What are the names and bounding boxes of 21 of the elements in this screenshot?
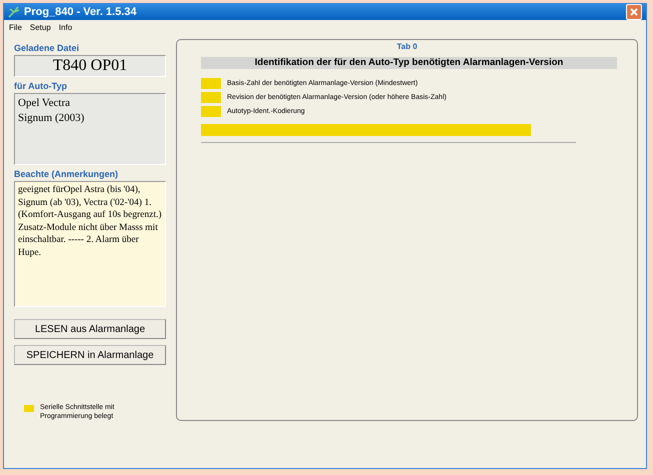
value-field [201, 92, 221, 103]
close-button[interactable] [626, 4, 642, 20]
action-button[interactable]: SPEICHERN in Alarmanlage [14, 345, 166, 365]
leaf-icon [8, 6, 20, 18]
notes-text: geeignet fürOpel Astra (bis '04), Signum (ab '03), Vectra ('02-'04) 1. (Komfort-Ausgang auf 10s begrenzt.) Zusatz-Module nicht über Masss mit einschaltbar. ----- 2. Alarm über Hupe. [18, 185, 162, 258]
section-label: für Auto-Typ [14, 81, 68, 91]
window-title: Prog_840 - Ver. 1.5.34 [24, 6, 138, 18]
value-field [201, 106, 221, 117]
close-icon [629, 7, 639, 17]
menu-item[interactable]: Info [58, 22, 72, 33]
menu-item[interactable]: Setup [30, 22, 51, 33]
car-type-text: Signum (2003) [18, 111, 86, 126]
file-name-field: T840 OP01 [14, 55, 166, 77]
section-label: Geladene Datei [14, 43, 80, 53]
value-field [201, 78, 221, 89]
tab-title: Tab 0 [396, 42, 418, 51]
car-type-text: Opel Vectra [18, 96, 72, 111]
section-heading: Identifikation der für den Auto-Typ benötigten Alarmanlagen-Version [201, 57, 617, 69]
section-label: Beachte (Anmerkungen) [14, 169, 120, 179]
menu-item[interactable]: File [9, 22, 22, 33]
action-button[interactable]: LESEN aus Alarmanlage [14, 319, 166, 339]
